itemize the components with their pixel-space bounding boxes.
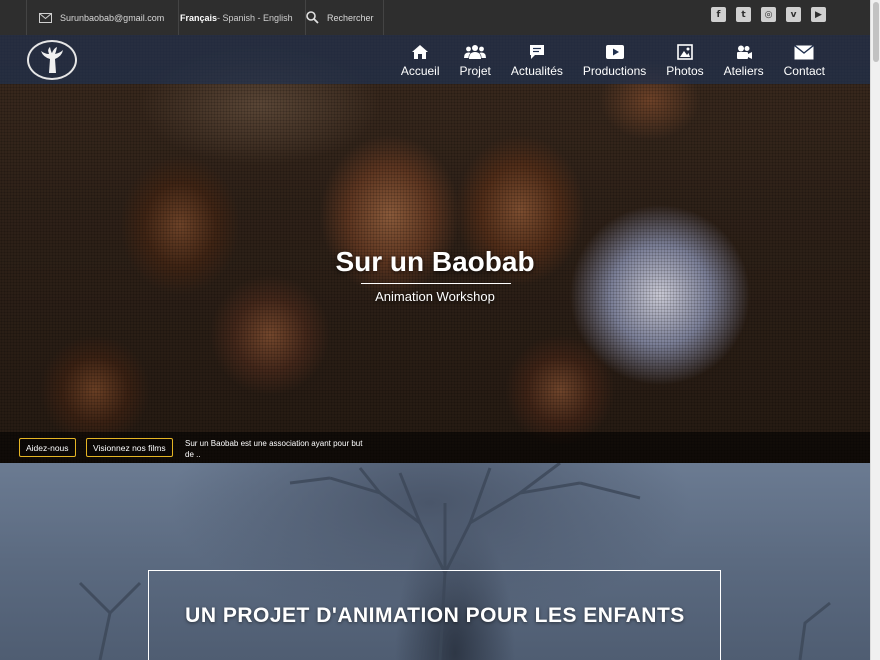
nav-label-projet: Projet [459,64,491,78]
youtube-icon[interactable]: ▶ [811,7,826,22]
section-title: UN PROJET D'ANIMATION POUR LES ENFANTS [185,604,685,627]
nav-label-photos: Photos [666,64,704,78]
vimeo-icon[interactable]: v [786,7,801,22]
hero-subtitle: Animation Workshop [375,289,495,304]
nav-item-ateliers[interactable]: Ateliers [714,42,774,78]
nav-item-projet[interactable]: Projet [450,42,501,78]
nav-label-ateliers: Ateliers [723,64,764,78]
email-text: Surunbaobab@gmail.com [60,12,165,23]
home-icon [411,42,429,62]
lang-current[interactable]: Français [180,13,217,23]
search-icon[interactable] [306,11,319,24]
camera-icon [735,42,753,62]
hero-description: Sur un Baobab est une association ayant … [185,439,363,459]
play-icon [605,42,625,62]
instagram-icon[interactable]: ◎ [761,7,776,22]
nav-label-contact: Contact [783,64,825,78]
envelope-icon [794,42,815,62]
facebook-icon[interactable]: f [711,7,726,22]
scrollbar-thumb[interactable] [873,2,879,62]
image-icon [677,42,693,62]
baobab-logo-icon [41,47,63,73]
nav-item-photos[interactable]: Photos [656,42,713,78]
nav-label-productions: Productions [582,64,647,78]
search-placeholder: Rechercher [327,12,374,23]
nav-menu: Accueil Projet Actualités Productions Ph… [391,42,835,78]
main-nav: Accueil Projet Actualités Productions Ph… [0,35,870,84]
watch-films-button[interactable]: Visionnez nos films [86,438,173,457]
language-switcher: Français - Spanish - English [166,0,306,35]
nav-item-actualites[interactable]: Actualités [501,42,573,78]
site-logo[interactable] [27,40,77,80]
top-bar: Surunbaobab@gmail.com Français - Spanish… [0,0,870,35]
chat-icon [528,42,546,62]
help-us-button[interactable]: Aidez-nous [19,438,76,457]
email-link[interactable]: Surunbaobab@gmail.com [26,0,180,35]
nav-label-actualites: Actualités [510,64,563,78]
nav-item-accueil[interactable]: Accueil [391,42,450,78]
nav-label-accueil: Accueil [400,64,440,78]
hero-title: Sur un Baobab [335,246,535,277]
project-section [0,463,870,660]
nav-item-productions[interactable]: Productions [573,42,656,78]
lang-others[interactable]: - Spanish - English [217,13,293,23]
search-input[interactable]: Rechercher [292,0,384,35]
hero-divider [361,283,511,284]
hero-caption-bar: Aidez-nous Visionnez nos films Sur un Ba… [0,432,870,463]
scrollbar[interactable] [870,0,880,660]
twitter-icon[interactable]: t [736,7,751,22]
social-links: f t ◎ v ▶ [711,7,826,22]
envelope-icon [39,12,52,23]
nav-item-contact[interactable]: Contact [774,42,835,78]
group-icon [464,42,487,62]
